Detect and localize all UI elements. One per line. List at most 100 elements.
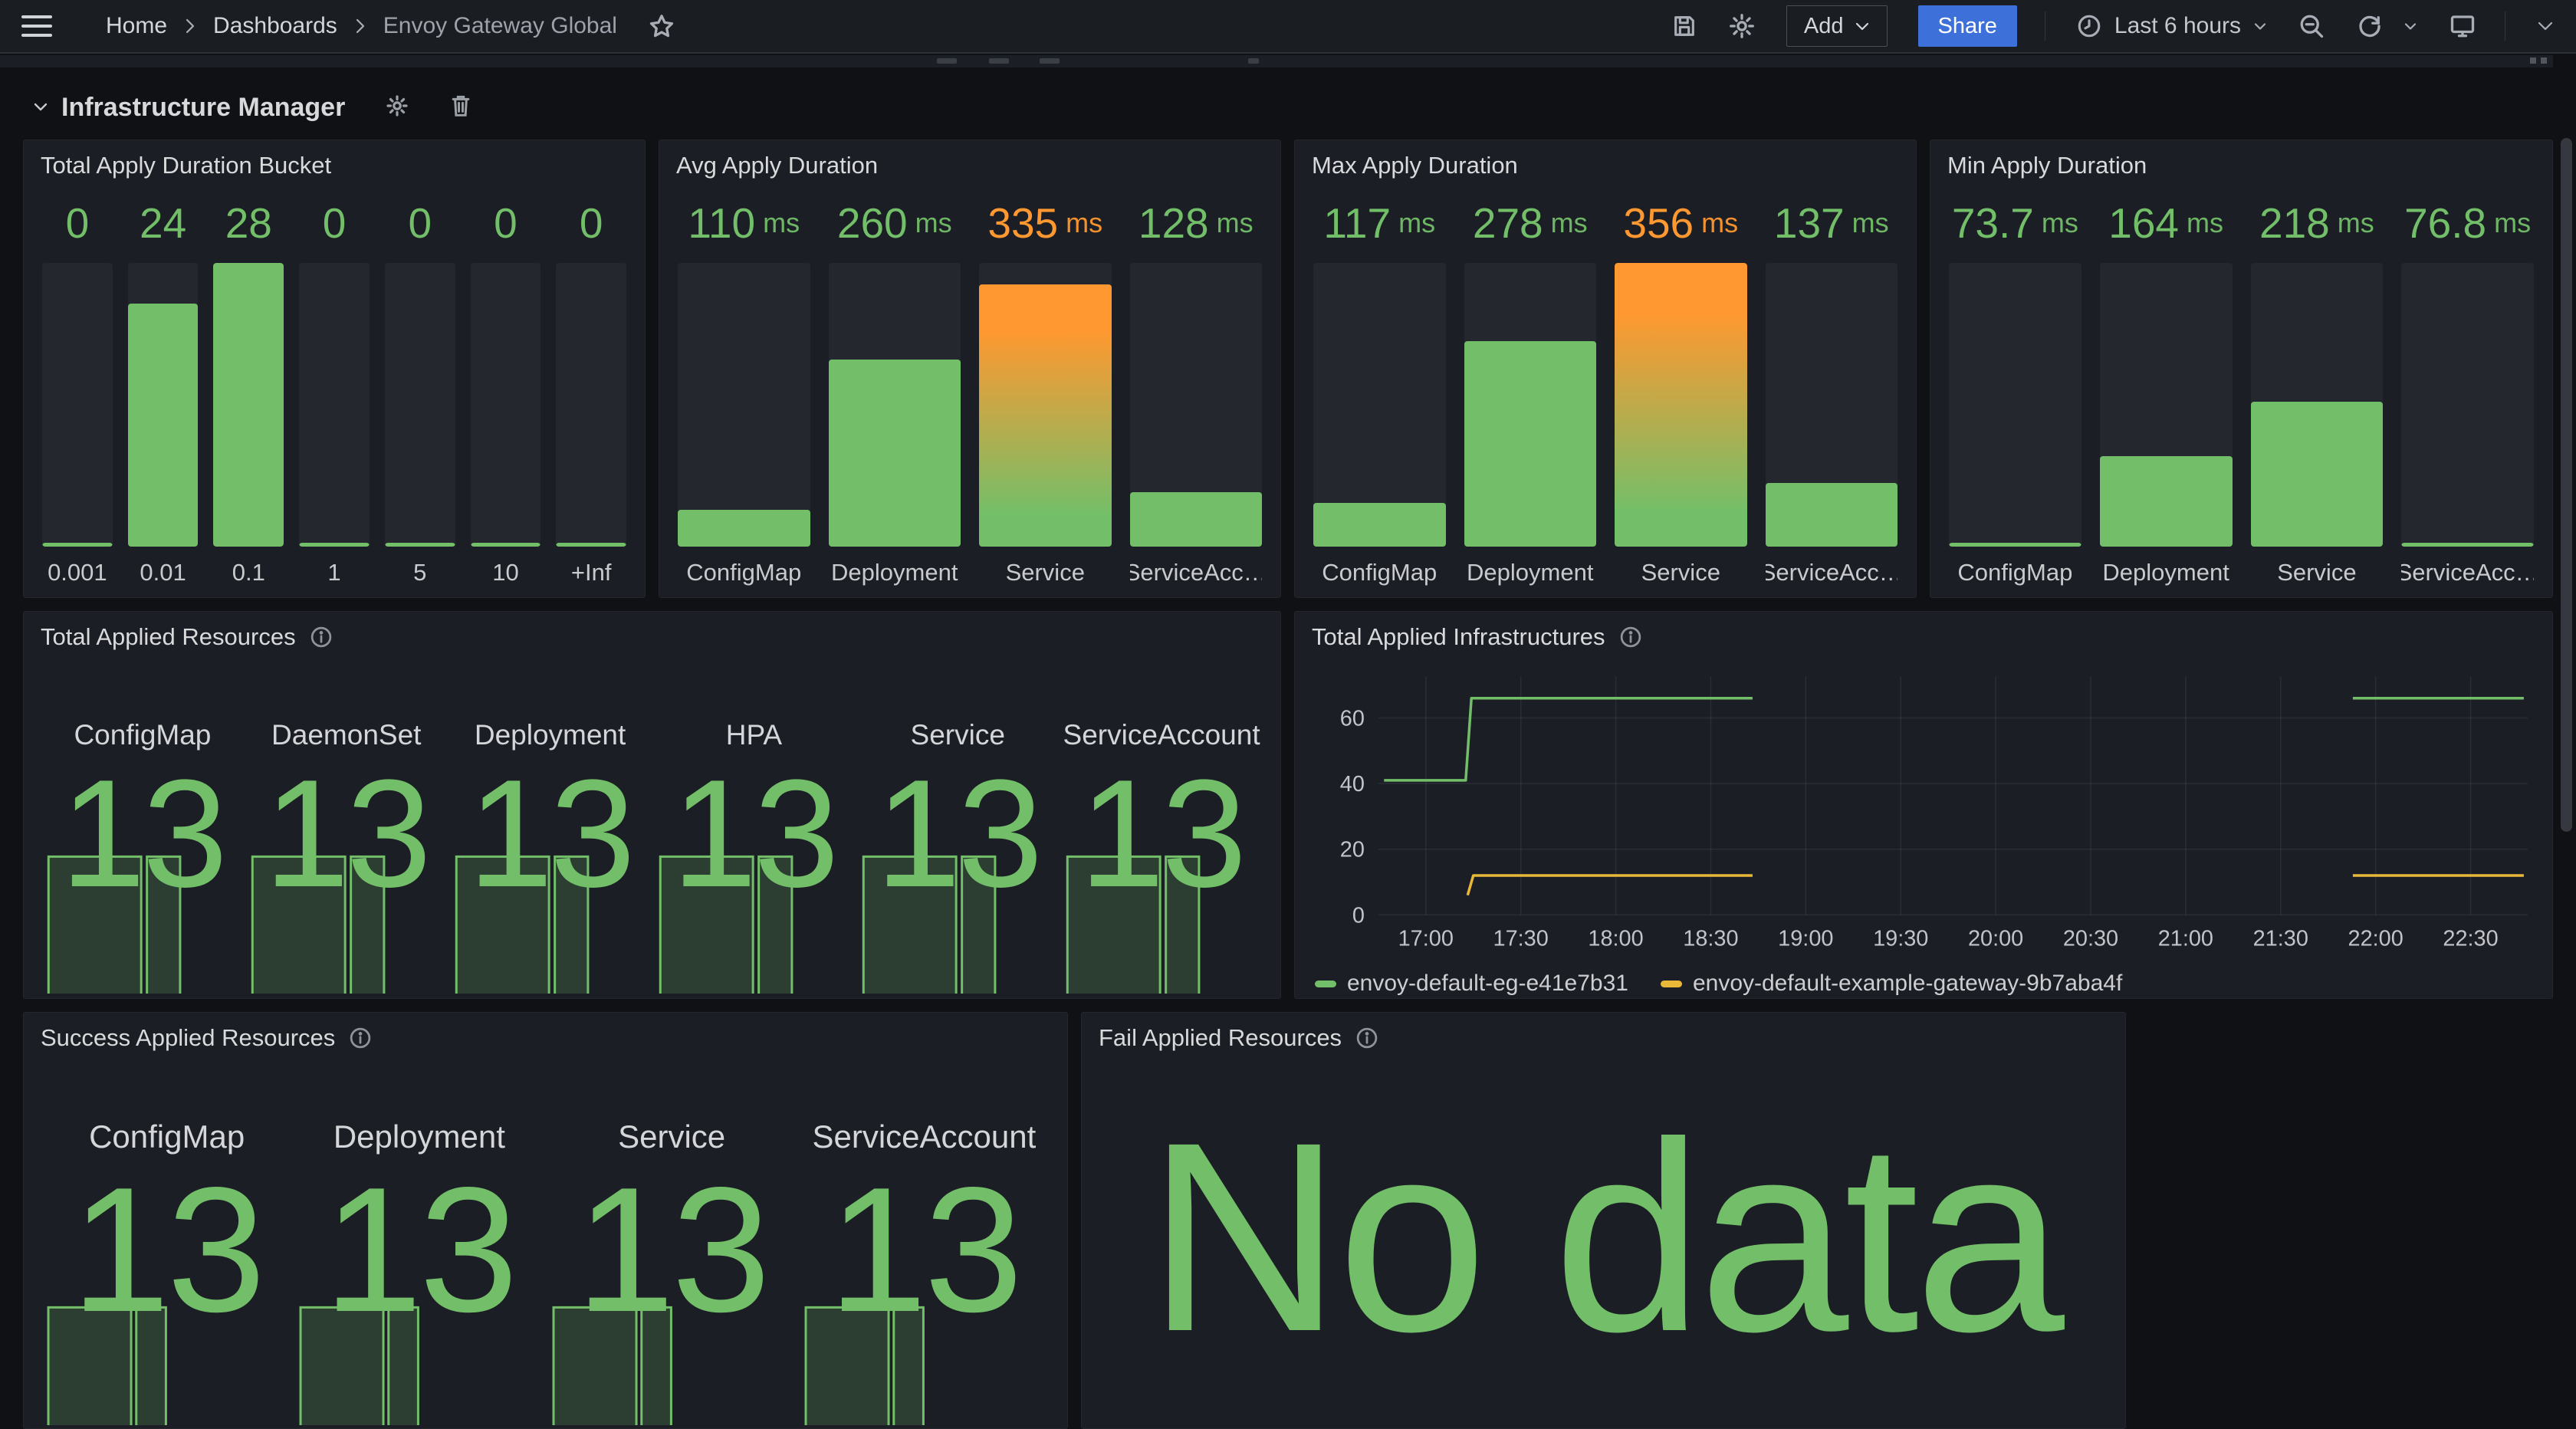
bar-fill <box>1949 543 2082 547</box>
panel-title: Max Apply Duration <box>1312 152 1518 179</box>
stat-label: ServiceAccount <box>798 1119 1050 1155</box>
panel-title-bar[interactable]: Avg Apply Duration <box>676 149 1263 182</box>
info-icon[interactable] <box>1619 626 1642 649</box>
bar-track <box>1313 263 1446 547</box>
bar-track <box>213 263 284 547</box>
bar-fill <box>2251 402 2384 547</box>
chevron-right-icon <box>182 15 198 37</box>
star-icon[interactable] <box>648 12 675 40</box>
legend-swatch <box>1315 981 1336 987</box>
kiosk-mode-icon[interactable] <box>2448 12 2477 40</box>
bar-track <box>829 263 961 547</box>
breadcrumb-home[interactable]: Home <box>106 13 167 39</box>
stat-grid: ConfigMap13Deployment13Service13ServiceA… <box>41 1056 1050 1425</box>
row-settings-gear-icon[interactable] <box>385 94 409 122</box>
x-axis-label: 17:00 <box>1398 926 1454 951</box>
bar-value: 76.8ms <box>2401 194 2534 252</box>
panel-title-bar[interactable]: Max Apply Duration <box>1312 149 1899 182</box>
bar-track <box>1615 263 1747 547</box>
info-icon[interactable] <box>349 1027 372 1050</box>
bar-category-label: Deployment <box>2100 547 2233 586</box>
panel-title-bar[interactable]: Total Applied Resources <box>41 621 1263 653</box>
x-axis-label: 20:30 <box>2063 926 2118 951</box>
stat-cell: ConfigMap 13 <box>41 1056 293 1425</box>
scrolled-content-sliver <box>0 55 2553 67</box>
page-scrollbar[interactable] <box>2561 138 2572 832</box>
bar-value: 0 <box>471 194 541 252</box>
stat-value: 13 <box>41 1160 293 1342</box>
bar-fill <box>42 543 113 547</box>
bar-value: 164ms <box>2100 194 2233 252</box>
bar-category-label: ConfigMap <box>1949 547 2082 586</box>
bar-category-label: ConfigMap <box>1313 547 1446 586</box>
panel-success-applied-resources: Success Applied Resources ConfigMap13Dep… <box>23 1012 1068 1429</box>
legend-label: envoy-default-eg-e41e7b31 <box>1347 971 1628 997</box>
panel-title-bar[interactable]: Min Apply Duration <box>1947 149 2535 182</box>
y-axis-label: 20 <box>1340 838 1365 862</box>
y-axis-label: 40 <box>1340 772 1365 797</box>
info-icon[interactable] <box>310 626 333 649</box>
bar-value: 0 <box>556 194 626 252</box>
bar-value: 110ms <box>678 194 810 252</box>
bar-fill <box>385 543 455 547</box>
chevron-down-icon <box>1855 21 1870 31</box>
panel-title: Success Applied Resources <box>41 1024 335 1052</box>
bar-fill <box>829 360 961 547</box>
bar-column: 76.8msServiceAcc… <box>2401 194 2534 586</box>
save-dashboard-icon[interactable] <box>1671 13 1697 39</box>
y-axis-label: 60 <box>1340 706 1365 731</box>
no-data-message: No data <box>1082 1102 2125 1372</box>
bar-column: 0 10 <box>471 194 541 586</box>
dashboard-settings-icon[interactable] <box>1728 12 1756 40</box>
legend-label: envoy-default-example-gateway-9b7aba4f <box>1693 971 2122 997</box>
bar-category-label: ConfigMap <box>678 547 810 586</box>
stat-cell: HPA13 <box>652 655 856 995</box>
refresh-icon[interactable] <box>2356 12 2384 40</box>
row-header-infrastructure-manager[interactable]: Infrastructure Manager <box>31 86 472 129</box>
stat-label: HPA <box>652 719 856 751</box>
bar-column: 260msDeployment <box>829 194 961 586</box>
bar-track <box>385 263 455 547</box>
share-button[interactable]: Share <box>1918 5 2017 47</box>
time-range-picker[interactable]: Last 6 hours <box>2076 13 2267 39</box>
panel-total-applied-infrastructures: Total Applied Infrastructures 17:0017:30… <box>1294 611 2553 999</box>
bar-value: 260ms <box>829 194 961 252</box>
stat-label: ConfigMap <box>41 1119 293 1155</box>
zoom-out-time-icon[interactable] <box>2298 12 2325 40</box>
bar-category-label: Deployment <box>1464 547 1597 586</box>
collapse-navbar-chevron-icon[interactable] <box>2536 20 2555 32</box>
bar-column: 73.7msConfigMap <box>1949 194 2082 586</box>
menu-icon[interactable] <box>21 15 52 37</box>
panel-title-bar[interactable]: Total Applied Infrastructures <box>1312 621 2535 653</box>
stat-cell: Service13 <box>546 1056 798 1425</box>
legend-item[interactable]: envoy-default-eg-e41e7b31 <box>1315 971 1628 997</box>
row-delete-trash-icon[interactable] <box>449 94 472 122</box>
panel-min-apply-duration: Min Apply Duration 73.7msConfigMap 164ms D… <box>1930 140 2553 598</box>
breadcrumb-dashboards[interactable]: Dashboards <box>213 13 337 39</box>
panel-title: Avg Apply Duration <box>676 152 878 179</box>
chart-legend: envoy-default-eg-e41e7b31 envoy-default-e… <box>1315 971 2122 997</box>
refresh-interval-chevron-icon[interactable] <box>2404 21 2417 31</box>
panel-title-bar[interactable]: Fail Applied Resources <box>1099 1022 2108 1054</box>
bar-column: 117msConfigMap <box>1313 194 1446 586</box>
bar-category-label: 10 <box>471 547 541 586</box>
bar-fill <box>678 510 810 547</box>
bar-fill <box>2401 543 2534 547</box>
stat-value: 13 <box>798 1160 1050 1342</box>
chevron-down-icon <box>31 100 51 114</box>
panel-avg-apply-duration: Avg Apply Duration 110ms ConfigMap 260msDe… <box>659 140 1281 598</box>
x-axis-label: 22:00 <box>2348 926 2404 951</box>
x-axis-label: 19:00 <box>1778 926 1833 951</box>
x-axis-label: 21:00 <box>2158 926 2213 951</box>
panel-title-bar[interactable]: Success Applied Resources <box>41 1022 1050 1054</box>
info-icon[interactable] <box>1355 1027 1378 1050</box>
add-button[interactable]: Add <box>1786 5 1888 47</box>
bar-value: 278ms <box>1464 194 1597 252</box>
bar-gauge: 00.001240.01280.101050100+Inf <box>42 194 626 586</box>
panel-title-bar[interactable]: Total Apply Duration Bucket <box>41 149 628 182</box>
stat-cell: Deployment13 <box>449 655 652 995</box>
legend-item[interactable]: envoy-default-example-gateway-9b7aba4f <box>1661 971 2122 997</box>
panel-title: Total Apply Duration Bucket <box>41 152 331 179</box>
chevron-down-icon <box>2253 21 2267 31</box>
stat-cell: ServiceAccount13 <box>1060 655 1263 995</box>
